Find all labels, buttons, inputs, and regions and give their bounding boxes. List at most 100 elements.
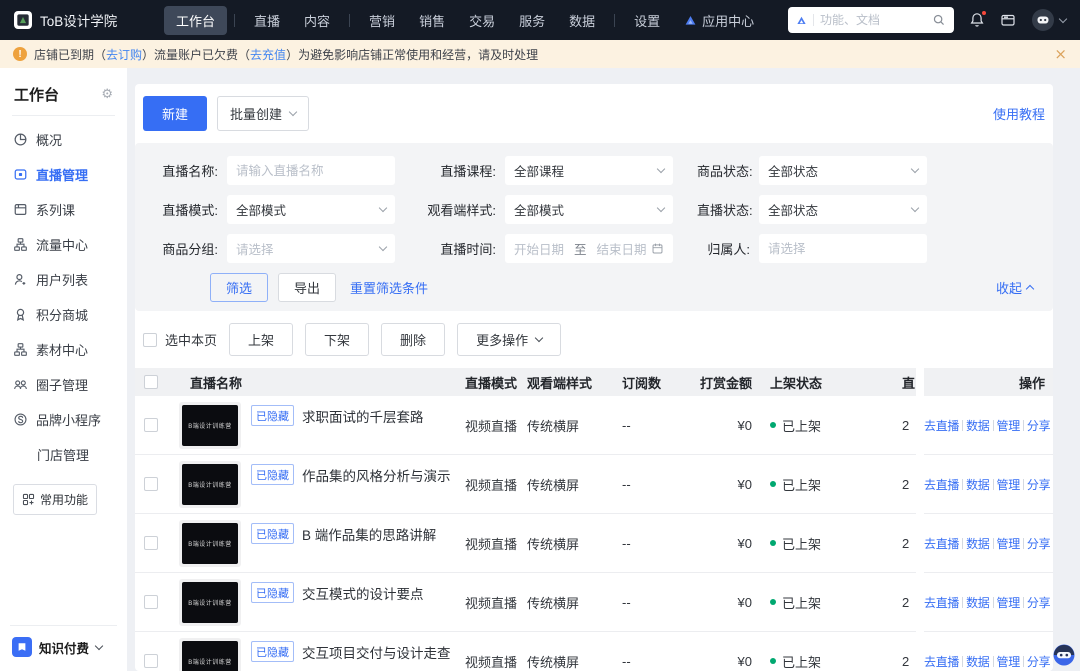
action-share[interactable]: 分享: [1027, 594, 1050, 611]
nav-item-content[interactable]: 内容: [292, 6, 342, 35]
sidebar-item-live-management[interactable]: 直播管理: [0, 157, 127, 192]
sidebar-item-brand-miniapp[interactable]: 品牌小程序: [0, 402, 127, 437]
nav-item-app-center[interactable]: 应用中心: [672, 6, 766, 35]
nav-item-live[interactable]: 直播: [242, 6, 292, 35]
owner-input-field[interactable]: [768, 242, 918, 256]
filter-label: 直播时间:: [419, 239, 505, 258]
action-data[interactable]: 数据: [966, 594, 989, 611]
live-mode-select[interactable]: 全部模式: [227, 195, 395, 224]
global-search[interactable]: [788, 7, 954, 33]
action-share[interactable]: 分享: [1027, 653, 1050, 670]
go-subscribe-link[interactable]: 去订购: [106, 48, 142, 62]
view-style-select[interactable]: 全部模式: [505, 195, 673, 224]
gear-icon[interactable]: ⚙: [101, 87, 113, 102]
reset-filters-link[interactable]: 重置筛选条件: [350, 278, 428, 297]
action-share[interactable]: 分享: [1027, 535, 1050, 552]
action-manage[interactable]: 管理: [997, 535, 1020, 552]
action-manage[interactable]: 管理: [997, 653, 1020, 670]
nav-item-marketing[interactable]: 营销: [357, 6, 407, 35]
live-time-range-picker[interactable]: 开始日期 至 结束日期: [505, 234, 673, 263]
live-status-select[interactable]: 全部状态: [759, 195, 927, 224]
export-button[interactable]: 导出: [278, 273, 336, 302]
action-share[interactable]: 分享: [1027, 476, 1050, 493]
select-value: 全部课程: [514, 161, 564, 180]
store-icon[interactable]: [1000, 12, 1016, 28]
unpublish-button[interactable]: 下架: [305, 323, 369, 356]
action-go-live[interactable]: 去直播: [924, 417, 959, 434]
common-functions-button[interactable]: 常用功能: [13, 484, 97, 515]
action-go-live[interactable]: 去直播: [924, 594, 959, 611]
sidebar-item-overview[interactable]: 概况: [0, 122, 127, 157]
nav-item-sales[interactable]: 销售: [407, 6, 457, 35]
owner-input[interactable]: [759, 234, 927, 263]
filter-button[interactable]: 筛选: [210, 273, 268, 302]
tutorial-link[interactable]: 使用教程: [993, 104, 1045, 123]
live-title: 求职面试的千层套路: [302, 406, 424, 426]
row-checkbox[interactable]: [144, 418, 158, 432]
chevron-down-icon: [535, 334, 543, 342]
warning-icon: !: [13, 47, 27, 61]
close-icon[interactable]: ×: [1054, 47, 1067, 62]
filter-live-time: 直播时间: 开始日期 至 结束日期: [419, 234, 673, 263]
search-input[interactable]: [820, 13, 926, 27]
cell-subscriptions: --: [622, 573, 684, 632]
action-share[interactable]: 分享: [1027, 417, 1050, 434]
fixed-column-gap: [916, 573, 924, 632]
action-data[interactable]: 数据: [966, 535, 989, 552]
col-view-style: 观看端样式: [527, 368, 622, 396]
cell-subscriptions: --: [622, 455, 684, 514]
nav-item-trade[interactable]: 交易: [457, 6, 507, 35]
select-all-checkbox[interactable]: [144, 375, 158, 389]
action-manage[interactable]: 管理: [997, 417, 1020, 434]
action-manage[interactable]: 管理: [997, 476, 1020, 493]
nav-item-service[interactable]: 服务: [507, 6, 557, 35]
go-recharge-link[interactable]: 去充值: [250, 48, 286, 62]
assistant-robot-icon[interactable]: [1053, 644, 1075, 666]
sidebar-item-traffic-center[interactable]: 流量中心: [0, 227, 127, 262]
action-go-live[interactable]: 去直播: [924, 535, 959, 552]
navbar-right: [788, 7, 1066, 33]
action-go-live[interactable]: 去直播: [924, 653, 959, 670]
more-actions-button[interactable]: 更多操作: [457, 323, 561, 356]
live-name-input[interactable]: [227, 156, 395, 185]
action-data[interactable]: 数据: [966, 476, 989, 493]
miniapp-icon: [13, 412, 28, 427]
search-divider: [813, 14, 814, 26]
knowledge-pay-switcher[interactable]: 知识付费: [10, 625, 117, 671]
sidebar-item-store-management[interactable]: 门店管理: [0, 437, 127, 472]
row-checkbox[interactable]: [144, 595, 158, 609]
publish-button[interactable]: 上架: [229, 323, 293, 356]
nav-item-workbench[interactable]: 工作台: [164, 6, 227, 35]
batch-create-button[interactable]: 批量创建: [217, 96, 309, 131]
row-checkbox[interactable]: [144, 654, 158, 668]
live-course-select[interactable]: 全部课程: [505, 156, 673, 185]
row-checkbox[interactable]: [144, 477, 158, 491]
product-status-select[interactable]: 全部状态: [759, 156, 927, 185]
delete-button[interactable]: 删除: [381, 323, 445, 356]
select-page-checkbox[interactable]: [143, 333, 157, 347]
filter-view-style: 观看端样式: 全部模式: [419, 195, 673, 224]
sidebar-item-course-series[interactable]: 系列课: [0, 192, 127, 227]
create-button[interactable]: 新建: [143, 96, 207, 131]
notification-bell-icon[interactable]: [969, 12, 985, 28]
cell-subscriptions: --: [622, 396, 684, 455]
nav-item-data[interactable]: 数据: [557, 6, 607, 35]
live-thumbnail: B端设计训练营: [179, 638, 241, 671]
sidebar-item-points-mall[interactable]: 积分商城: [0, 297, 127, 332]
action-data[interactable]: 数据: [966, 417, 989, 434]
sidebar-item-label: 用户列表: [36, 270, 88, 289]
action-manage[interactable]: 管理: [997, 594, 1020, 611]
nav-divider: [614, 14, 615, 27]
product-group-select[interactable]: 请选择: [227, 234, 395, 263]
sidebar-item-material-center[interactable]: 素材中心: [0, 332, 127, 367]
collapse-toggle[interactable]: 收起: [996, 278, 1033, 297]
row-checkbox[interactable]: [144, 536, 158, 550]
live-name-input-field[interactable]: [236, 164, 386, 178]
nav-item-settings[interactable]: 设置: [622, 6, 672, 35]
user-menu[interactable]: [1031, 8, 1066, 32]
action-go-live[interactable]: 去直播: [924, 476, 959, 493]
sidebar-item-circle-management[interactable]: 圈子管理: [0, 367, 127, 402]
filter-label: 直播课程:: [419, 161, 505, 180]
action-data[interactable]: 数据: [966, 653, 989, 670]
sidebar-item-user-list[interactable]: 用户列表: [0, 262, 127, 297]
